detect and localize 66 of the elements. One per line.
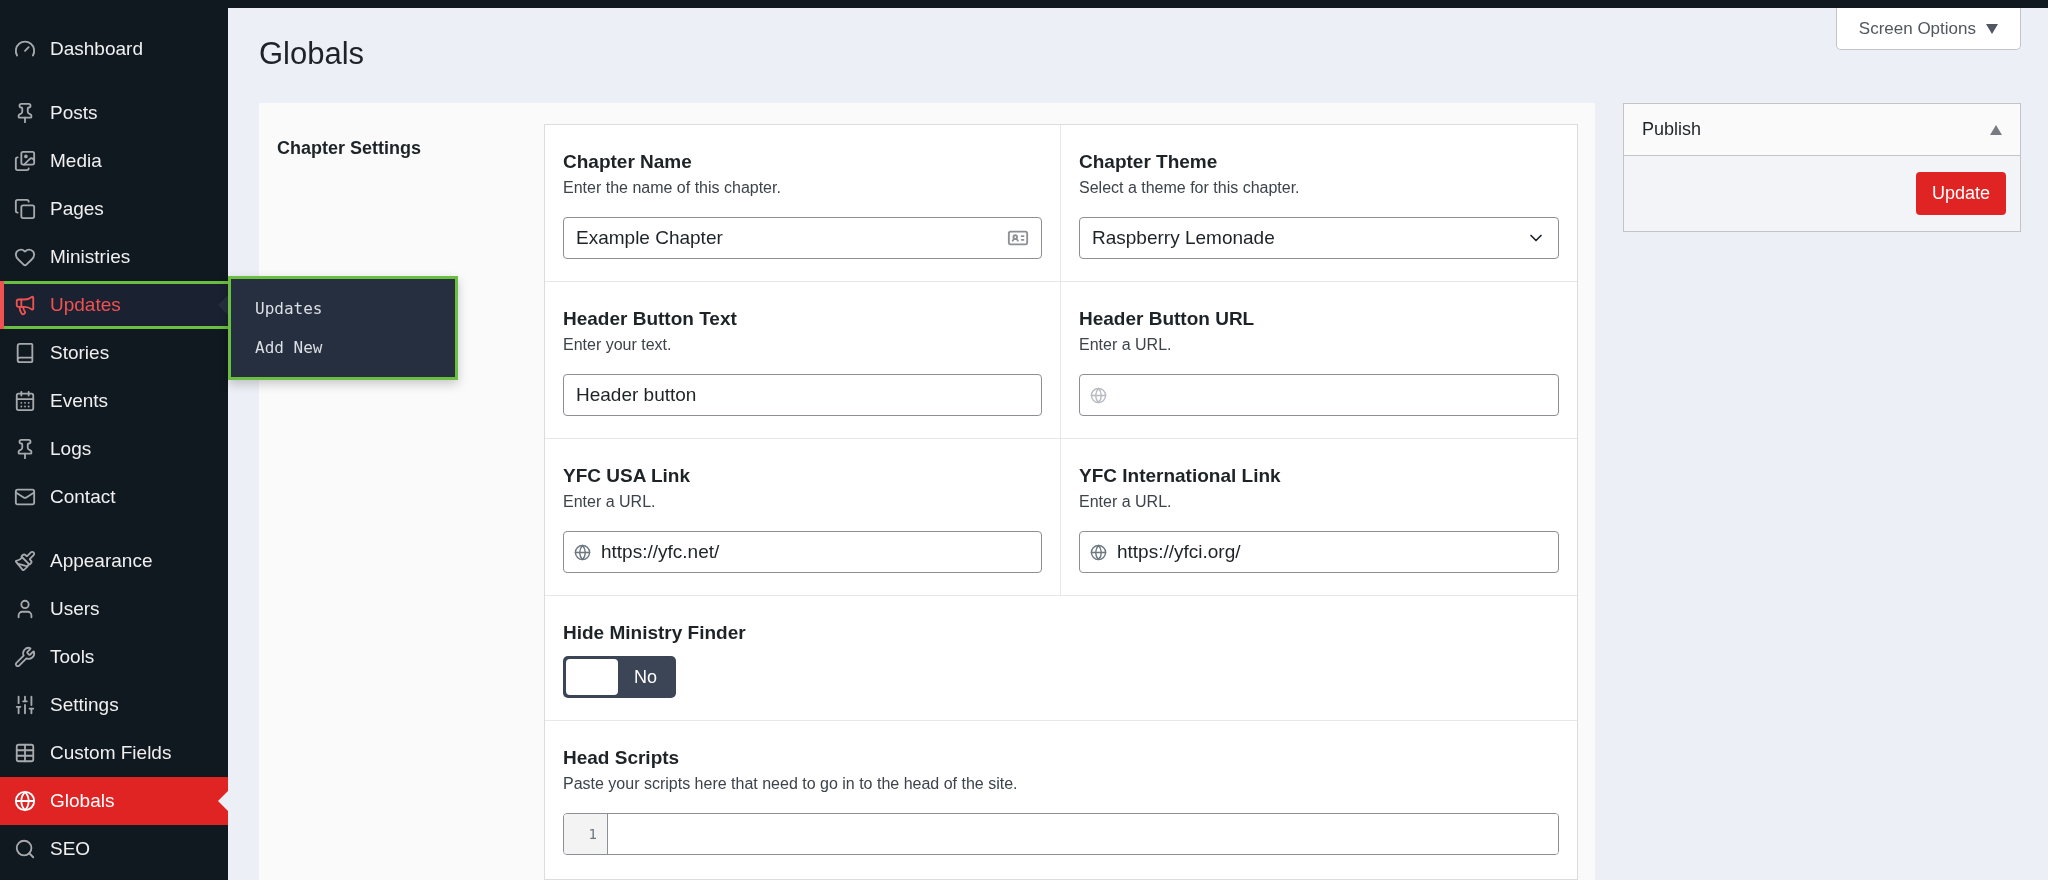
sidebar-item[interactable]: Custom Fields bbox=[0, 729, 228, 777]
select-dropdown[interactable]: Raspberry Lemonade bbox=[1079, 217, 1559, 259]
heart-icon bbox=[14, 246, 36, 268]
field-description: Paste your scripts here that need to go in to the head of the site. bbox=[563, 775, 1019, 793]
paintbrush-icon bbox=[14, 550, 36, 572]
sidebar-item[interactable]: Pages bbox=[0, 185, 228, 233]
field-label: Header Button URL bbox=[1079, 308, 1256, 330]
sidebar-item[interactable]: Appearance bbox=[0, 537, 228, 585]
sidebar-item[interactable]: Logs bbox=[0, 425, 228, 473]
field-description: Enter a URL. bbox=[563, 493, 657, 511]
code-editor[interactable]: 1 bbox=[563, 813, 1559, 855]
globe-icon bbox=[1090, 386, 1107, 404]
field-label: Chapter Theme bbox=[1079, 151, 1219, 173]
sidebar-item[interactable]: Media bbox=[0, 137, 228, 185]
sidebar-item[interactable]: Dashboard bbox=[0, 25, 228, 73]
sidebar-item[interactable]: Stories bbox=[0, 329, 228, 377]
caret-icon bbox=[1986, 23, 1998, 34]
megaphone-icon bbox=[14, 294, 36, 316]
table-icon bbox=[14, 742, 36, 764]
globe-icon bbox=[1090, 543, 1107, 561]
submenu-item[interactable]: Updates bbox=[231, 289, 455, 328]
field-description: Enter a URL. bbox=[1079, 493, 1173, 511]
sliders-icon bbox=[14, 694, 36, 716]
sidebar-item[interactable]: Tools bbox=[0, 633, 228, 681]
sidebar-item[interactable]: Posts bbox=[0, 89, 228, 137]
sidebar-item[interactable]: Updates bbox=[0, 281, 228, 329]
section-title: Chapter Settings bbox=[277, 137, 422, 159]
pointer-notch bbox=[218, 791, 228, 811]
images-icon bbox=[14, 150, 36, 172]
sidebar-item[interactable]: Events bbox=[0, 377, 228, 425]
wrench-icon bbox=[14, 646, 36, 668]
url-input[interactable]: https://yfc.net/ bbox=[563, 531, 1042, 573]
url-input[interactable]: https://yfci.org/ bbox=[1079, 531, 1559, 573]
calendar-icon bbox=[14, 390, 36, 412]
toggle-switch[interactable]: No bbox=[563, 656, 676, 698]
field-label: YFC USA Link bbox=[563, 465, 692, 487]
field-description: Select a theme for this chapter. bbox=[1079, 179, 1301, 197]
sidebar-item[interactable]: Contact bbox=[0, 473, 228, 521]
field-label: YFC International Link bbox=[1079, 465, 1282, 487]
text-input[interactable]: Header button bbox=[563, 374, 1042, 416]
field-label: Head Scripts bbox=[563, 747, 681, 769]
submenu-item[interactable]: Add New bbox=[231, 328, 455, 367]
sidebar-item[interactable]: Globals bbox=[0, 777, 228, 825]
page-title: Globals bbox=[259, 36, 365, 72]
sidebar-item[interactable]: SEO bbox=[0, 825, 228, 873]
search-icon bbox=[14, 838, 36, 860]
book-icon bbox=[14, 342, 36, 364]
field-description: Enter a URL. bbox=[1079, 336, 1173, 354]
globe-icon bbox=[14, 790, 36, 812]
publish-header[interactable]: Publish bbox=[1624, 104, 2020, 156]
pages-icon bbox=[14, 198, 36, 220]
screen-options-button[interactable]: Screen Options bbox=[1835, 8, 2021, 50]
sidebar-item[interactable]: Ministries bbox=[0, 233, 228, 281]
sidebar-item[interactable]: Users bbox=[0, 585, 228, 633]
field-label: Hide Ministry Finder bbox=[563, 622, 747, 644]
update-button[interactable]: Update bbox=[1915, 172, 2006, 215]
sidebar-item[interactable]: Settings bbox=[0, 681, 228, 729]
text-input[interactable]: Example Chapter bbox=[563, 217, 1042, 259]
field-description: Enter your text. bbox=[563, 336, 673, 354]
caret-icon bbox=[1990, 124, 2002, 135]
mail-icon bbox=[14, 486, 36, 508]
field-label: Header Button Text bbox=[563, 308, 738, 330]
globe-icon bbox=[574, 543, 591, 561]
field-description: Enter the name of this chapter. bbox=[563, 179, 782, 197]
url-input[interactable] bbox=[1079, 374, 1559, 416]
field-label: Chapter Name bbox=[563, 151, 693, 173]
